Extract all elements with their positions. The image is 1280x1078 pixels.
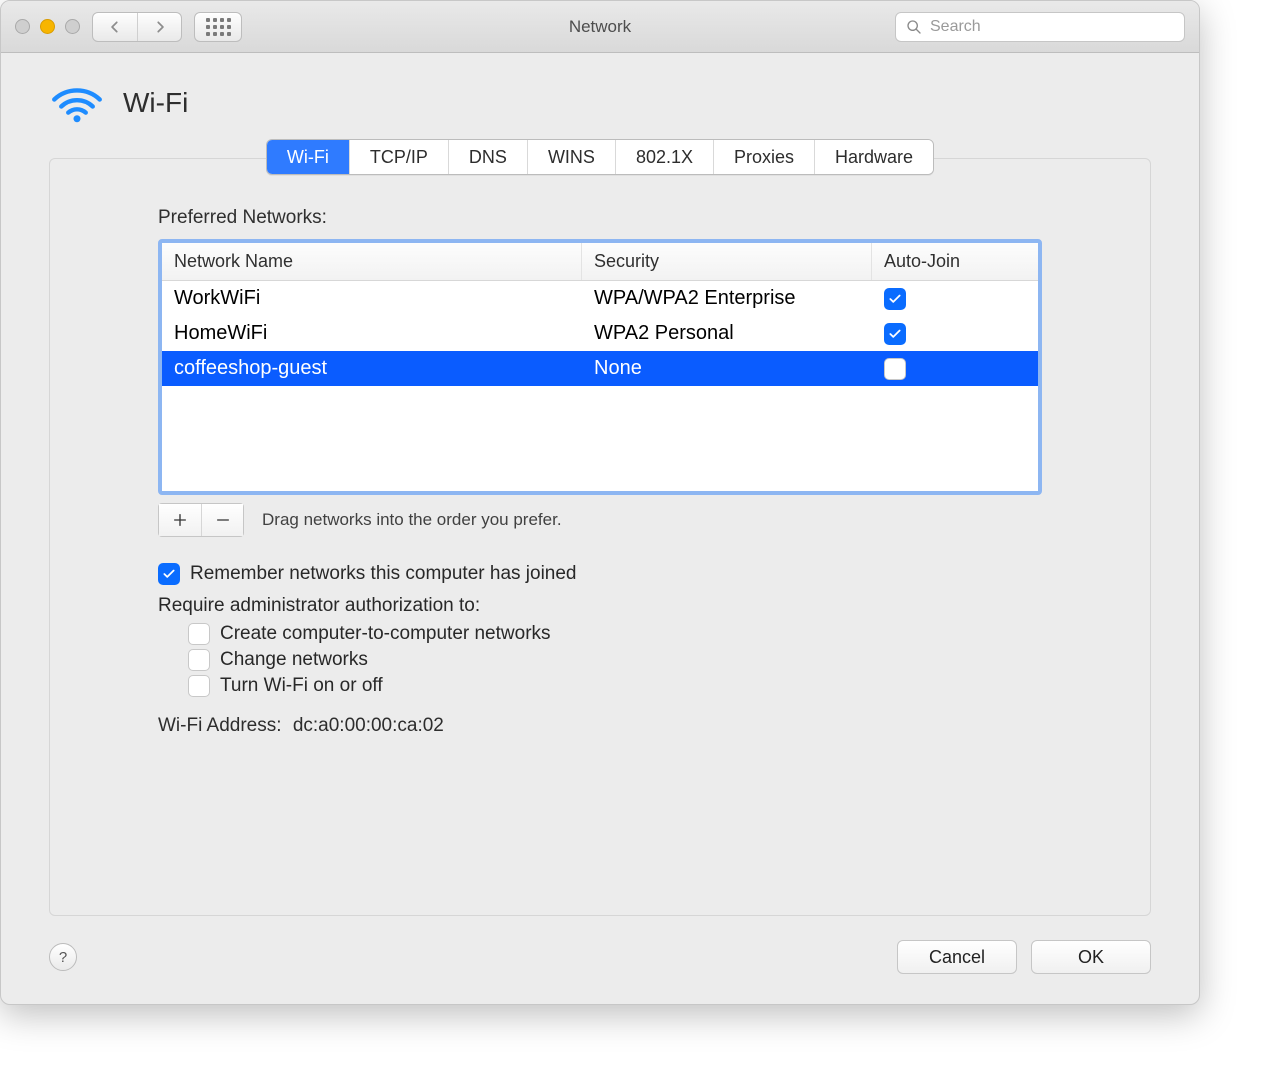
cell-security: WPA/WPA2 Enterprise: [582, 281, 872, 316]
wifi-address-value: dc:a0:00:00:ca:02: [293, 715, 444, 736]
tab-tcpip[interactable]: TCP/IP: [349, 140, 448, 174]
tab-hardware[interactable]: Hardware: [814, 140, 933, 174]
nav-back-forward: [92, 12, 182, 42]
table-row[interactable]: HomeWiFiWPA2 Personal: [162, 316, 1038, 351]
col-network-name[interactable]: Network Name: [162, 243, 582, 280]
tab-proxies[interactable]: Proxies: [713, 140, 814, 174]
table-tools: Drag networks into the order you prefer.: [158, 503, 1042, 537]
create-checkbox[interactable]: [188, 623, 210, 645]
tab-bar: Wi-FiTCP/IPDNSWINS802.1XProxiesHardware: [1, 139, 1199, 175]
autojoin-checkbox[interactable]: [884, 288, 906, 310]
footer: ? Cancel OK: [1, 940, 1199, 1004]
cell-network-name: WorkWiFi: [162, 281, 582, 316]
titlebar: Network: [1, 1, 1199, 53]
table-row[interactable]: coffeeshop-guestNone: [162, 351, 1038, 386]
search-field[interactable]: [895, 12, 1185, 42]
options: Remember networks this computer has join…: [158, 563, 1042, 737]
search-input[interactable]: [930, 18, 1174, 36]
plus-icon: [172, 512, 188, 528]
remove-network-button[interactable]: [201, 504, 243, 536]
wifi-address: Wi-Fi Address: dc:a0:00:00:ca:02: [158, 715, 1042, 737]
header: Wi-Fi: [1, 53, 1199, 135]
autojoin-checkbox[interactable]: [884, 323, 906, 345]
back-button[interactable]: [93, 13, 137, 41]
search-icon: [906, 19, 922, 35]
remember-row[interactable]: Remember networks this computer has join…: [158, 563, 1042, 585]
wifi-panel: Preferred Networks: Network Name Securit…: [49, 158, 1151, 916]
cancel-button[interactable]: Cancel: [897, 940, 1017, 974]
cell-autojoin: [872, 317, 1038, 351]
zoom-icon[interactable]: [65, 19, 80, 34]
ok-button[interactable]: OK: [1031, 940, 1151, 974]
add-remove-segment: [158, 503, 244, 537]
close-icon[interactable]: [15, 19, 30, 34]
tab-wins[interactable]: WINS: [527, 140, 615, 174]
check-icon: [888, 327, 902, 341]
wifi-address-label: Wi-Fi Address:: [158, 715, 282, 736]
cell-autojoin: [872, 352, 1038, 386]
forward-button[interactable]: [137, 13, 181, 41]
table-row[interactable]: WorkWiFiWPA/WPA2 Enterprise: [162, 281, 1038, 316]
tab-dns[interactable]: DNS: [448, 140, 527, 174]
drag-hint: Drag networks into the order you prefer.: [262, 510, 562, 530]
preferred-networks-table[interactable]: Network Name Security Auto-Join WorkWiFi…: [158, 239, 1042, 495]
minimize-icon[interactable]: [40, 19, 55, 34]
col-autojoin[interactable]: Auto-Join: [872, 243, 1038, 280]
cell-security: None: [582, 351, 872, 386]
traffic-lights: [15, 19, 80, 34]
toggle-label: Turn Wi-Fi on or off: [220, 675, 383, 697]
preferred-networks-label: Preferred Networks:: [158, 207, 1042, 229]
chevron-left-icon: [108, 20, 122, 34]
change-row[interactable]: Change networks: [188, 649, 1042, 671]
cell-network-name: HomeWiFi: [162, 316, 582, 351]
cell-network-name: coffeeshop-guest: [162, 351, 582, 386]
wifi-icon: [49, 81, 105, 125]
grid-icon: [206, 18, 231, 36]
cell-security: WPA2 Personal: [582, 316, 872, 351]
col-security[interactable]: Security: [582, 243, 872, 280]
cell-autojoin: [872, 282, 1038, 316]
require-admin-label: Require administrator authorization to:: [158, 595, 1042, 617]
chevron-right-icon: [153, 20, 167, 34]
page-title: Wi-Fi: [123, 87, 188, 119]
toggle-checkbox[interactable]: [188, 675, 210, 697]
toggle-row[interactable]: Turn Wi-Fi on or off: [188, 675, 1042, 697]
create-row[interactable]: Create computer-to-computer networks: [188, 623, 1042, 645]
add-network-button[interactable]: [159, 504, 201, 536]
network-preferences-window: Network Wi-Fi Wi-FiTCP/IPDNSWINS802.1XPr…: [0, 0, 1200, 1005]
help-button[interactable]: ?: [49, 943, 77, 971]
tab-wifi[interactable]: Wi-Fi: [267, 140, 349, 174]
table-header: Network Name Security Auto-Join: [162, 243, 1038, 281]
show-all-button[interactable]: [194, 12, 242, 42]
remember-checkbox[interactable]: [158, 563, 180, 585]
create-label: Create computer-to-computer networks: [220, 623, 551, 645]
help-icon: ?: [59, 949, 67, 966]
autojoin-checkbox[interactable]: [884, 358, 906, 380]
minus-icon: [215, 512, 231, 528]
tab-8021x[interactable]: 802.1X: [615, 140, 713, 174]
check-icon: [162, 567, 176, 581]
change-checkbox[interactable]: [188, 649, 210, 671]
check-icon: [888, 292, 902, 306]
change-label: Change networks: [220, 649, 368, 671]
remember-label: Remember networks this computer has join…: [190, 563, 577, 585]
